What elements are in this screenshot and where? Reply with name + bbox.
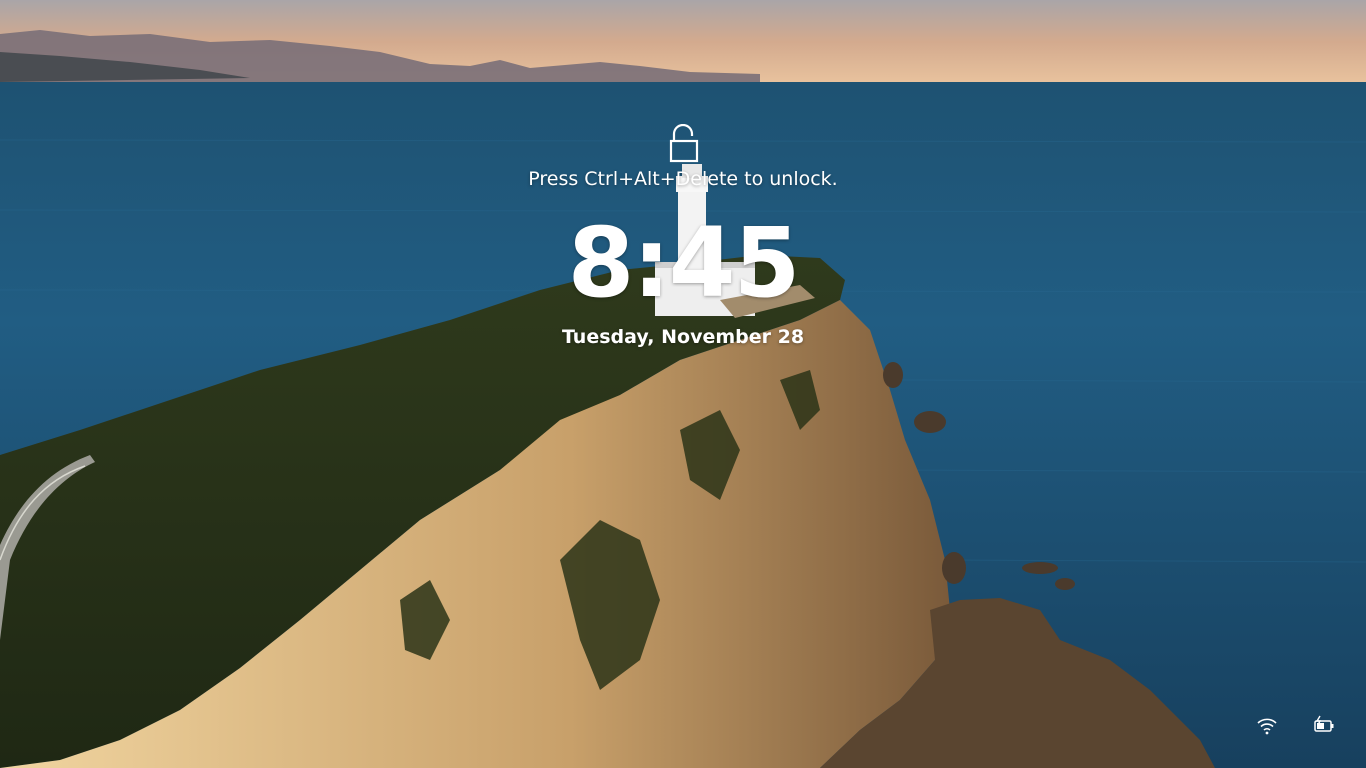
battery-charging-icon[interactable] [1312,714,1336,736]
unlock-hint-text: Press Ctrl+Alt+Delete to unlock. [528,168,838,190]
clock-date: Tuesday, November 28 [561,326,805,348]
clock-time: 8:45 [567,207,801,319]
lock-screen[interactable]: Press Ctrl+Alt+Delete to unlock. 8:45 Tu… [0,0,1366,768]
wifi-icon[interactable] [1255,714,1279,736]
lock-open-icon [669,124,699,163]
wallpaper-image [0,0,1366,768]
